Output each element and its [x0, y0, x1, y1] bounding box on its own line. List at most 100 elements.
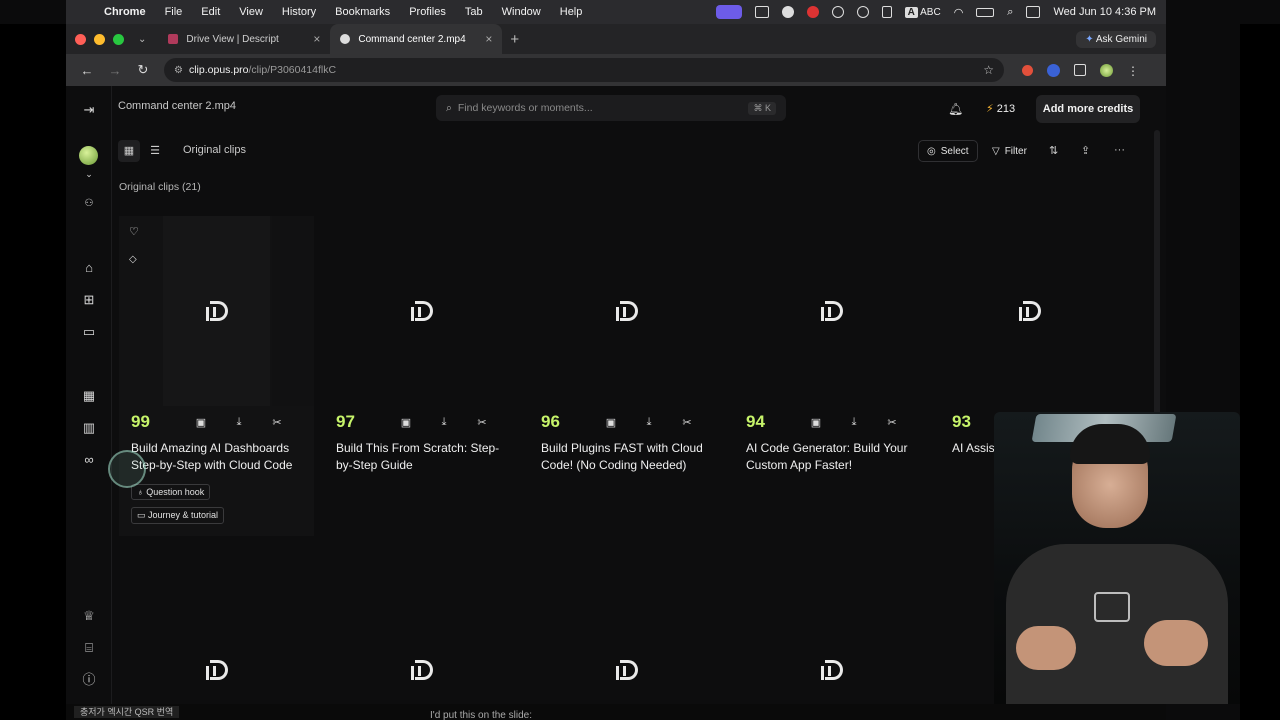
address-bar[interactable]: ⚙ clip.opus.pro /clip/P3060414flkC ☆: [164, 58, 1004, 82]
screen-record-icon[interactable]: [715, 5, 742, 19]
chevron-down-icon[interactable]: ⌄: [81, 166, 97, 182]
close-tab-icon[interactable]: ×: [313, 32, 320, 46]
schedule-icon[interactable]: ▣: [605, 416, 617, 429]
search-input[interactable]: ⌕ Find keywords or moments... ⌘ K: [436, 95, 786, 121]
schedule-icon[interactable]: ▣: [400, 416, 412, 429]
extension-blue-icon[interactable]: [1047, 63, 1060, 77]
more-options-icon[interactable]: ···: [1114, 144, 1125, 156]
clip-title[interactable]: AI Code Generator: Build Your Custom App…: [734, 440, 920, 474]
control-center-icon[interactable]: [1026, 6, 1041, 18]
stats-icon[interactable]: [754, 6, 769, 18]
edit-scissors-icon[interactable]: ✂: [886, 416, 898, 429]
list-view-icon[interactable]: ☰: [144, 140, 166, 162]
battery-icon[interactable]: [976, 7, 995, 17]
spotlight-icon[interactable]: ⌕: [1007, 6, 1013, 19]
download-icon[interactable]: ⤓: [643, 416, 655, 429]
clip-card[interactable]: [529, 646, 724, 694]
more-menu-icon[interactable]: ⋮: [1127, 64, 1139, 78]
close-window-button[interactable]: [75, 33, 86, 45]
clip-thumbnail[interactable]: [324, 646, 519, 694]
tab-search-chevron-icon[interactable]: ⌄: [138, 34, 146, 45]
clip-thumbnail[interactable]: [529, 646, 724, 694]
profile-avatar-icon[interactable]: [1100, 63, 1113, 77]
notification-bell-icon[interactable]: 🔔︎: [948, 102, 963, 116]
airpods-icon[interactable]: [881, 6, 892, 18]
new-tab-icon[interactable]: +: [510, 31, 519, 48]
site-settings-icon[interactable]: ⚙: [174, 65, 183, 76]
schedule-icon[interactable]: ▣: [810, 416, 822, 429]
menu-chrome[interactable]: Chrome: [104, 6, 146, 18]
select-button[interactable]: ◎ Select: [918, 140, 978, 162]
play-icon[interactable]: [856, 6, 869, 18]
sync-icon[interactable]: [831, 6, 844, 18]
menu-tab[interactable]: Tab: [465, 6, 483, 18]
edit-scissors-icon[interactable]: ✂: [476, 416, 488, 429]
clip-thumbnail[interactable]: [734, 216, 929, 406]
workspace-avatar[interactable]: [79, 146, 98, 165]
download-icon[interactable]: ⤓: [848, 416, 860, 429]
sort-icon[interactable]: ⇅: [1049, 144, 1058, 157]
add-credits-button[interactable]: Add more credits: [1036, 95, 1140, 123]
input-badge[interactable]: A ABC: [904, 6, 941, 18]
help-icon[interactable]: ⓘ: [81, 672, 97, 688]
reload-icon[interactable]: ↻: [136, 62, 150, 78]
clip-card[interactable]: [324, 646, 519, 694]
ask-gemini-button[interactable]: ✦ Ask Gemini: [1076, 30, 1156, 48]
menu-edit[interactable]: Edit: [201, 6, 220, 18]
extensions-puzzle-icon[interactable]: [1074, 64, 1086, 76]
menu-bookmarks[interactable]: Bookmarks: [335, 6, 390, 18]
wifi-icon[interactable]: ◠: [954, 6, 964, 19]
minimize-window-button[interactable]: [94, 33, 105, 45]
calendar-icon[interactable]: ▦: [81, 388, 97, 404]
link-icon[interactable]: ∞: [81, 452, 97, 468]
clip-thumbnail[interactable]: [324, 216, 519, 406]
book-icon[interactable]: ⌸: [81, 640, 97, 656]
bookmark-star-icon[interactable]: ☆: [983, 63, 994, 77]
back-arrow-icon[interactable]: ←: [80, 63, 94, 78]
analytics-icon[interactable]: ▥: [81, 420, 97, 436]
home-icon[interactable]: ⌂: [81, 260, 97, 276]
add-member-icon[interactable]: ⚇: [81, 196, 97, 212]
upload-icon[interactable]: ⇪: [1081, 144, 1090, 157]
menu-view[interactable]: View: [239, 6, 263, 18]
clip-thumbnail[interactable]: [119, 646, 314, 694]
clip-card[interactable]: 94 ▣ ⤓ ✂ AI Code Generator: Build Your C…: [734, 216, 929, 474]
tab-descript[interactable]: Drive View | Descript ×: [158, 24, 330, 54]
clip-thumbnail[interactable]: [940, 216, 1120, 406]
grid-view-icon[interactable]: ▦: [118, 140, 140, 162]
clip-card[interactable]: 99 ▣ ⤓ ✂ Build Amazing AI Dashboards Ste…: [119, 216, 314, 529]
filter-button[interactable]: ▽ Filter: [984, 140, 1035, 162]
clip-card[interactable]: [734, 646, 929, 694]
folder-icon[interactable]: ▭: [81, 324, 97, 340]
menubar-clock[interactable]: Wed Jun 10 4:36 PM: [1053, 6, 1156, 18]
record-status-icon[interactable]: [806, 6, 819, 18]
clip-thumbnail[interactable]: [119, 216, 314, 406]
apps-icon[interactable]: ⊞: [81, 292, 97, 308]
tab-original-clips[interactable]: Original clips: [183, 144, 246, 156]
clip-card[interactable]: [119, 646, 314, 694]
clip-thumbnail[interactable]: [529, 216, 724, 406]
clip-card[interactable]: 97 ▣ ⤓ ✂ Build This From Scratch: Step-b…: [324, 216, 519, 474]
menu-help[interactable]: Help: [560, 6, 583, 18]
menu-profiles[interactable]: Profiles: [409, 6, 446, 18]
menu-window[interactable]: Window: [502, 6, 541, 18]
app-status-icon[interactable]: [781, 6, 794, 18]
menu-history[interactable]: History: [282, 6, 316, 18]
edit-scissors-icon[interactable]: ✂: [271, 416, 283, 429]
collapse-sidebar-icon[interactable]: ⇥: [81, 102, 97, 118]
credits-balance[interactable]: ⚡︎ 213: [986, 102, 1015, 115]
extension-red-icon[interactable]: [1022, 64, 1033, 76]
zoom-window-button[interactable]: [113, 33, 124, 45]
crown-icon[interactable]: ♕: [81, 608, 97, 624]
clip-card[interactable]: 96 ▣ ⤓ ✂ Build Plugins FAST with Cloud C…: [529, 216, 724, 474]
close-tab-icon[interactable]: ×: [485, 32, 492, 46]
edit-scissors-icon[interactable]: ✂: [681, 416, 693, 429]
schedule-icon[interactable]: ▣: [195, 416, 207, 429]
menu-file[interactable]: File: [165, 6, 183, 18]
tab-opus-clip[interactable]: Command center 2.mp4 ×: [330, 24, 503, 54]
download-icon[interactable]: ⤓: [438, 416, 450, 429]
forward-arrow-icon[interactable]: →: [108, 63, 122, 78]
clip-title[interactable]: Build Amazing AI Dashboards Step-by-Step…: [119, 440, 305, 474]
clip-title[interactable]: Build Plugins FAST with Cloud Code! (No …: [529, 440, 715, 474]
download-icon[interactable]: ⤓: [233, 416, 245, 429]
